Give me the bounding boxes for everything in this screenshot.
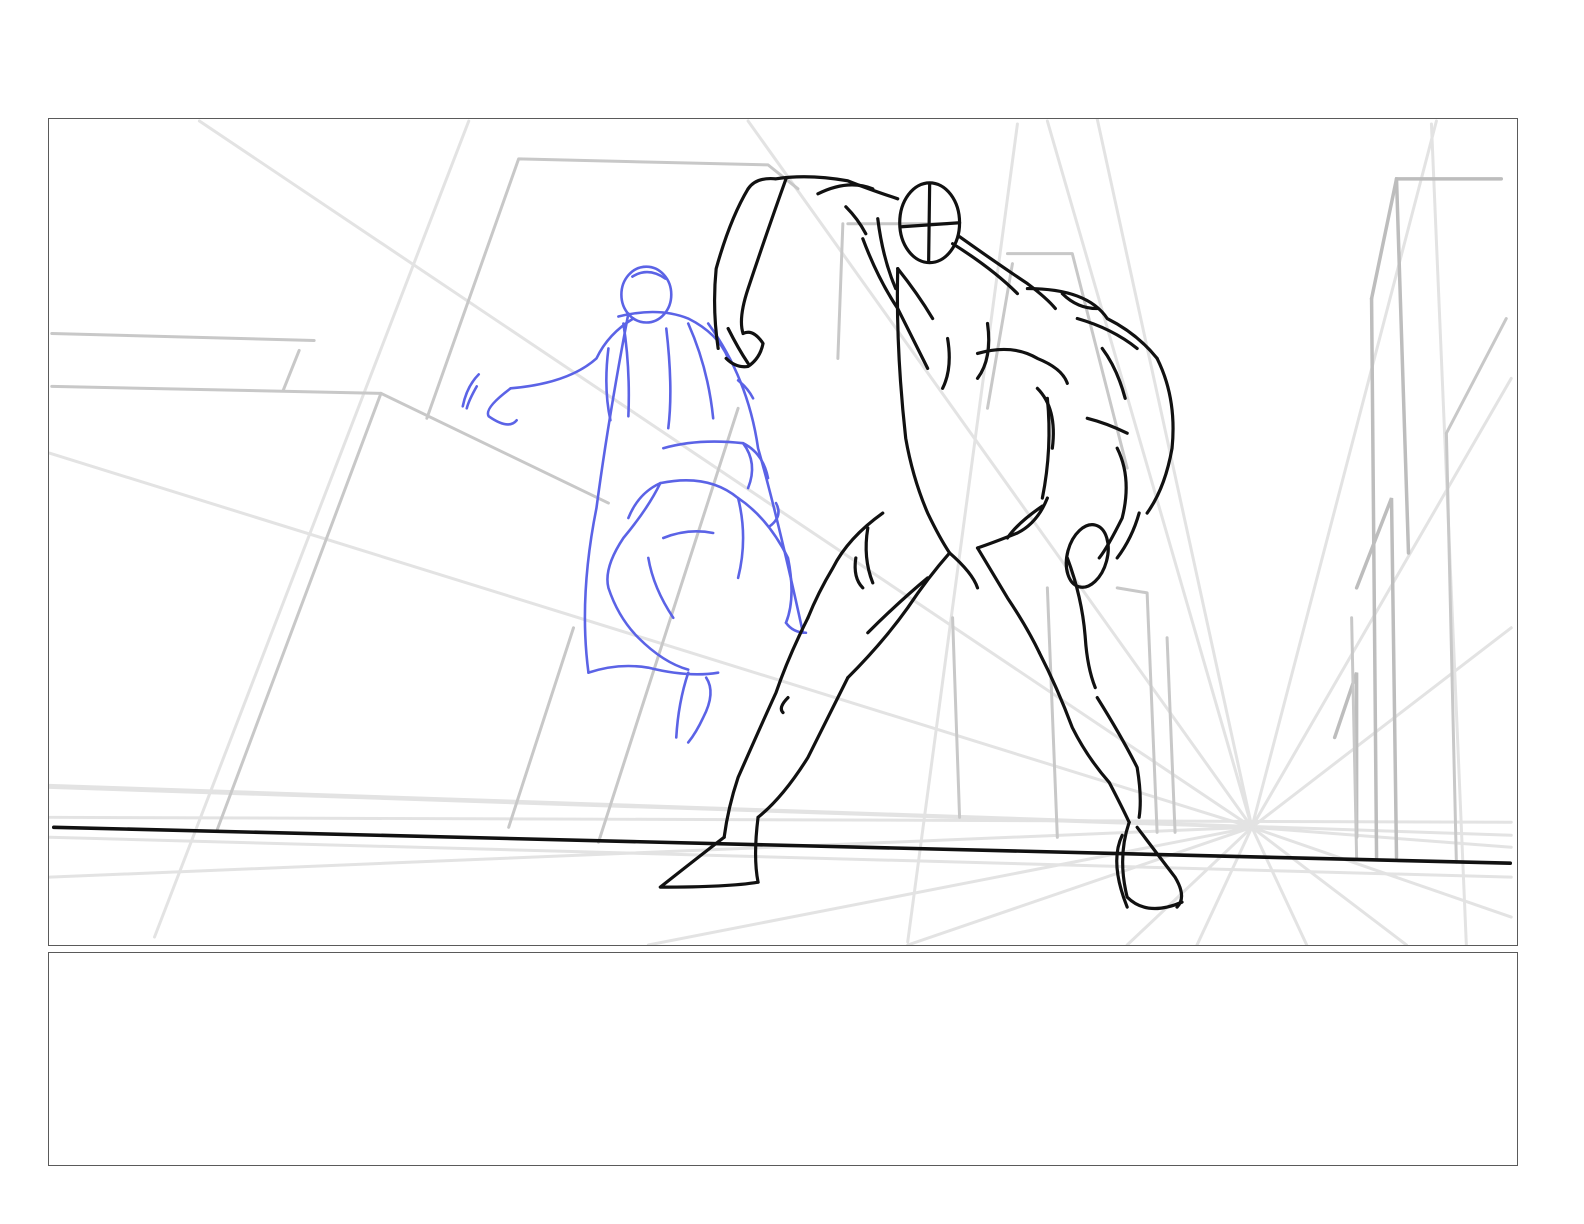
storyboard-frame-panel bbox=[48, 118, 1518, 946]
storyboard-notes-panel[interactable] bbox=[48, 952, 1518, 1166]
notes-text[interactable] bbox=[49, 953, 1517, 977]
masked-brute-figure bbox=[658, 175, 1184, 911]
frame-sketch bbox=[49, 119, 1513, 945]
